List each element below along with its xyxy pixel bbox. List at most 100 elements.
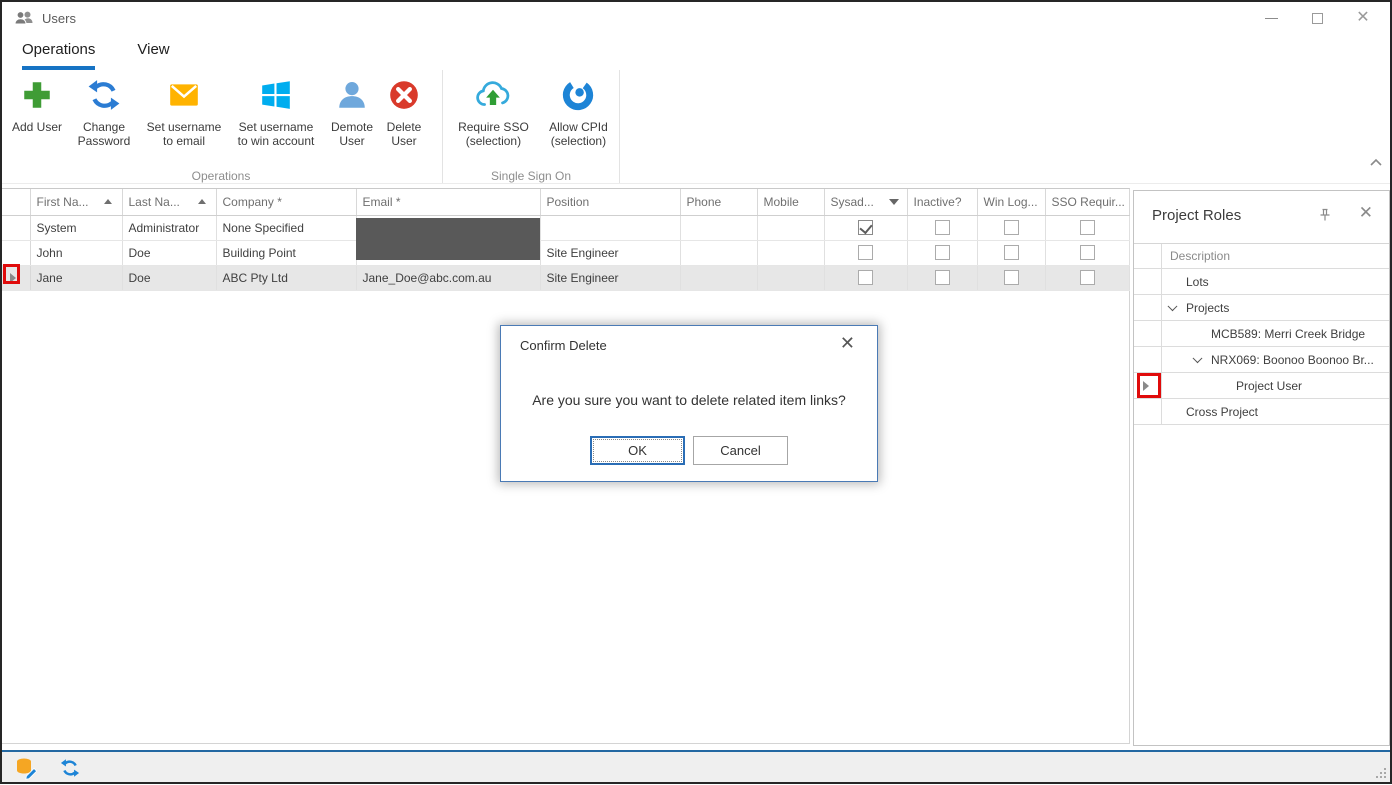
column-header-phone[interactable]: Phone (680, 189, 757, 215)
checkbox[interactable] (1080, 220, 1095, 235)
cell-inactive[interactable] (907, 215, 977, 240)
checkbox[interactable] (1004, 220, 1019, 235)
cell-position[interactable]: Site Engineer (540, 265, 680, 290)
maximize-button[interactable] (1294, 3, 1340, 33)
checkbox[interactable] (935, 220, 950, 235)
cell-first-name[interactable]: System (30, 215, 122, 240)
tree-row-projects[interactable]: Projects (1134, 295, 1389, 321)
refresh-button[interactable] (60, 758, 80, 783)
ribbon-bottom-divider (0, 183, 1392, 184)
cell-position[interactable] (540, 215, 680, 240)
cell-inactive[interactable] (907, 240, 977, 265)
set-username-to-win-account-button[interactable]: Set username to win account (228, 76, 324, 148)
checkbox[interactable] (858, 270, 873, 285)
column-header-mobile[interactable]: Mobile (757, 189, 824, 215)
column-header-inactive[interactable]: Inactive? (907, 189, 977, 215)
pin-panel-button[interactable] (1317, 207, 1333, 223)
column-header-email[interactable]: Email * (356, 189, 540, 215)
cell-sso-required[interactable] (1045, 240, 1129, 265)
cell-inactive[interactable] (907, 265, 977, 290)
tree-row-project-user[interactable]: Project User (1134, 373, 1389, 399)
tree-row-indicator (1134, 269, 1162, 294)
set-username-to-email-button[interactable]: Set username to email (140, 76, 228, 148)
checkbox[interactable] (1080, 270, 1095, 285)
checkbox[interactable] (935, 245, 950, 260)
cell-last-name[interactable]: Doe (122, 240, 216, 265)
checkbox[interactable] (1080, 245, 1095, 260)
cell-position[interactable]: Site Engineer (540, 240, 680, 265)
cell-sysadmin[interactable] (824, 215, 907, 240)
table-row[interactable]: John Doe Building Point Site Engineer (2, 240, 1129, 265)
cell-first-name[interactable]: John (30, 240, 122, 265)
allow-cpid-button[interactable]: Allow CPId (selection) (538, 76, 619, 148)
cell-sysadmin[interactable] (824, 265, 907, 290)
chevron-down-icon[interactable] (1193, 354, 1201, 362)
column-header-sso-required[interactable]: SSO Requir... (1045, 189, 1129, 215)
column-header-win-login[interactable]: Win Log... (977, 189, 1045, 215)
column-label: First Na... (37, 195, 89, 209)
cell-win-login[interactable] (977, 265, 1045, 290)
cell-phone[interactable] (680, 240, 757, 265)
minimize-button[interactable] (1248, 3, 1294, 33)
column-header-company[interactable]: Company * (216, 189, 356, 215)
cell-last-name[interactable]: Administrator (122, 215, 216, 240)
chevron-up-icon (1366, 153, 1386, 173)
button-label: Add User (12, 120, 62, 134)
column-header-sysadmin[interactable]: Sysad... (824, 189, 907, 215)
cell-company[interactable]: Building Point (216, 240, 356, 265)
cell-sso-required[interactable] (1045, 215, 1129, 240)
cell-sso-required[interactable] (1045, 265, 1129, 290)
cell-first-name[interactable]: Jane (30, 265, 122, 290)
change-password-button[interactable]: Change Password (68, 76, 140, 148)
tree-row-cross-project[interactable]: Cross Project (1134, 399, 1389, 425)
collapse-ribbon-button[interactable] (1366, 153, 1386, 173)
edit-database-button[interactable] (14, 756, 38, 785)
cancel-button[interactable]: Cancel (693, 436, 788, 465)
maximize-icon (1312, 13, 1323, 24)
delete-user-button[interactable]: Delete User (380, 76, 428, 148)
close-button[interactable]: ✕ (1340, 3, 1386, 33)
tree-row-nrx069[interactable]: NRX069: Boonoo Boonoo Br... (1134, 347, 1389, 373)
cell-phone[interactable] (680, 265, 757, 290)
demote-user-button[interactable]: Demote User (324, 76, 380, 148)
table-row[interactable]: System Administrator None Specified (2, 215, 1129, 240)
tree-row-mcb589[interactable]: MCB589: Merri Creek Bridge (1134, 321, 1389, 347)
cell-company[interactable]: None Specified (216, 215, 356, 240)
cell-last-name[interactable]: Doe (122, 265, 216, 290)
chevron-down-icon[interactable] (1168, 302, 1176, 310)
dialog-close-button[interactable]: ✕ (840, 334, 855, 352)
checkbox[interactable] (935, 270, 950, 285)
column-header-first-name[interactable]: First Na... (30, 189, 122, 215)
column-header-position[interactable]: Position (540, 189, 680, 215)
checkbox[interactable] (858, 220, 873, 235)
add-user-button[interactable]: Add User (6, 76, 68, 148)
cell-mobile[interactable] (757, 215, 824, 240)
table-row-selected[interactable]: Jane Doe ABC Pty Ltd Jane_Doe@abc.com.au… (2, 265, 1129, 290)
ok-button[interactable]: OK (590, 436, 685, 465)
cell-win-login[interactable] (977, 240, 1045, 265)
tree-row-lots[interactable]: Lots (1134, 269, 1389, 295)
checkbox[interactable] (858, 245, 873, 260)
cell-company[interactable]: ABC Pty Ltd (216, 265, 356, 290)
tab-operations[interactable]: Operations (22, 41, 95, 70)
close-panel-button[interactable]: ✕ (1359, 204, 1373, 221)
ribbon-tabs: Operations View (0, 36, 170, 70)
resize-grip[interactable] (1374, 766, 1386, 778)
tab-view[interactable]: View (137, 41, 169, 70)
cell-win-login[interactable] (977, 215, 1045, 240)
windows-logo-icon (259, 78, 293, 112)
checkbox[interactable] (1004, 270, 1019, 285)
dialog-title: Confirm Delete (520, 338, 607, 353)
cell-mobile[interactable] (757, 265, 824, 290)
cell-mobile[interactable] (757, 240, 824, 265)
filter-dropdown-icon[interactable] (889, 199, 899, 205)
set-username-to-email-icon (167, 78, 201, 112)
require-sso-button[interactable]: Require SSO (selection) (449, 76, 538, 148)
checkbox[interactable] (1004, 245, 1019, 260)
cell-email[interactable]: Jane_Doe@abc.com.au (356, 265, 540, 290)
dialog-message: Are you sure you want to delete related … (501, 392, 877, 408)
cell-phone[interactable] (680, 215, 757, 240)
window-title: Users (42, 11, 76, 26)
column-header-last-name[interactable]: Last Na... (122, 189, 216, 215)
cell-sysadmin[interactable] (824, 240, 907, 265)
